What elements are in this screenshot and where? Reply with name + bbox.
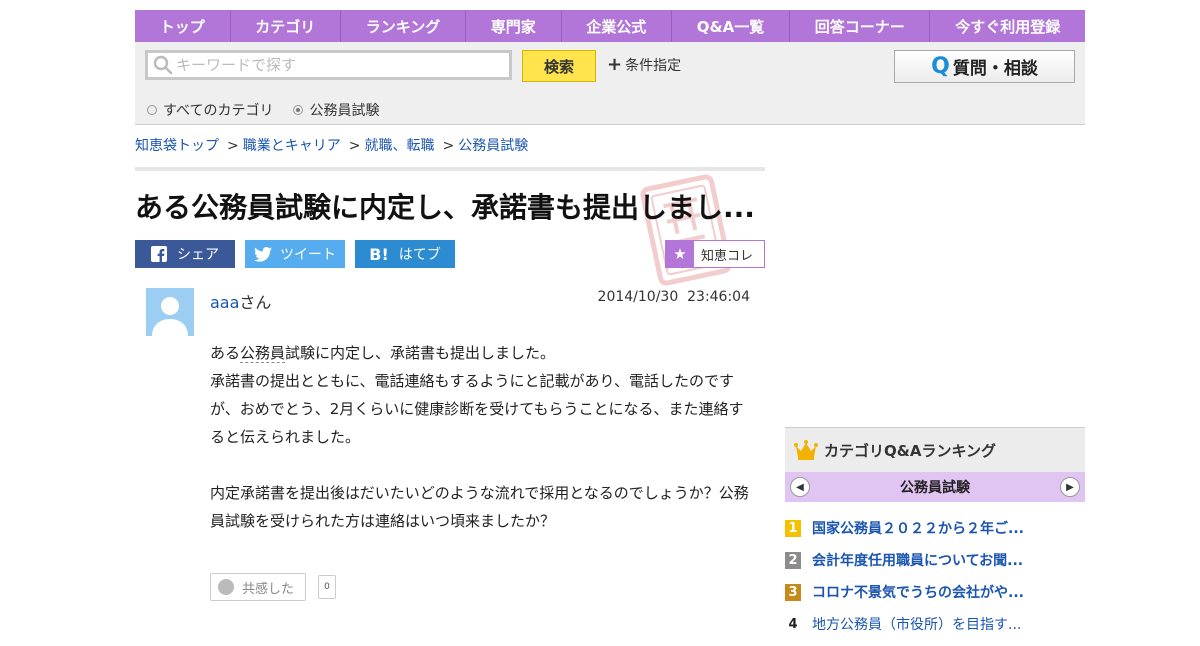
- breadcrumb-top[interactable]: 知恵袋トップ: [135, 138, 219, 154]
- nav-category[interactable]: カテゴリ: [231, 10, 341, 42]
- body-text: ある: [210, 344, 241, 362]
- search-icon: [153, 55, 173, 75]
- empathy-button[interactable]: 共感した: [210, 573, 306, 601]
- chiecore-button[interactable]: ★ 知恵コレ: [665, 240, 765, 268]
- question-title: ある公務員試験に内定し、承諾書も提出しまし...: [135, 191, 755, 224]
- body-line-2: 承諾書の提出とともに、電話連絡もするようにと記載があり、電話したのですが、おめで…: [210, 372, 744, 446]
- global-nav: トップ カテゴリ ランキング 専門家 企業公式 Q&A一覧 回答コーナー 今すぐ…: [135, 10, 1085, 42]
- asker-name-link[interactable]: aaa: [210, 293, 239, 312]
- nav-register[interactable]: 今すぐ利用登録: [930, 10, 1085, 42]
- rank-badge: 1: [785, 520, 801, 537]
- ranking-link[interactable]: 地方公務員（市役所）を目指す...: [812, 614, 1021, 634]
- ranking-category-bar: ◀ 公務員試験 ▶: [785, 472, 1085, 502]
- search-box: [145, 50, 512, 80]
- nav-official[interactable]: 企業公式: [562, 10, 673, 42]
- radio-checked-icon: [293, 105, 304, 115]
- radio-current-category[interactable]: 公務員試験: [293, 100, 379, 120]
- twitter-icon: [254, 246, 272, 262]
- category-ranking: カテゴリQ&Aランキング ◀ 公務員試験 ▶ 1 国家公務員２０２２から２年ご.…: [785, 427, 1085, 646]
- ranking-title: カテゴリQ&Aランキング: [824, 441, 996, 460]
- nav-answer-corner[interactable]: 回答コーナー: [790, 10, 931, 42]
- nav-ranking[interactable]: ランキング: [341, 10, 467, 42]
- body-line-1: ある公務員試験に内定し、承諾書も提出しました。: [210, 339, 755, 367]
- body-line-3: 内定承諾書を提出後はだいたいどのような流れで採用となるのでしょうか？公務員試験を…: [210, 484, 749, 530]
- rank-badge: 2: [785, 552, 801, 569]
- ranking-item: 2 会計年度任用職員についてお聞...: [785, 550, 1085, 582]
- breadcrumb-job-change[interactable]: 就職、転職: [364, 138, 434, 154]
- ranking-item: 3 コロナ不景気でうちの会社がや...: [785, 582, 1085, 614]
- default-user-icon: [146, 288, 194, 336]
- facebook-share-button[interactable]: シェア: [135, 240, 235, 268]
- body-text: 試験に内定し、承諾書も提出しました。: [285, 344, 556, 362]
- ranking-item: 4 地方公務員（市役所）を目指す...: [785, 614, 1085, 646]
- search-bar: 検索 + 条件指定 Q 質問・相談 すべてのカテゴリ 公務員試験: [135, 42, 1085, 125]
- question-body: ある公務員試験に内定し、承諾書も提出しました。 承諾書の提出とともに、電話連絡も…: [210, 339, 755, 535]
- crown-icon: [794, 440, 818, 460]
- nav-experts[interactable]: 専門家: [466, 10, 562, 42]
- search-input[interactable]: [174, 55, 498, 75]
- empathy-label: 共感した: [242, 581, 295, 597]
- breadcrumb-career[interactable]: 職業とキャリア: [243, 138, 341, 154]
- next-arrow-icon[interactable]: ▶: [1060, 477, 1080, 497]
- radio-all-label: すべてのカテゴリ: [163, 103, 274, 119]
- ranking-link[interactable]: 国家公務員２０２２から２年ご...: [812, 518, 1024, 538]
- breadcrumb-separator: >: [227, 138, 239, 154]
- breadcrumb-separator: >: [348, 138, 361, 154]
- asker-name: aaaさん: [210, 289, 271, 313]
- chiecore-label: 知恵コレ: [701, 248, 754, 264]
- ranking-category: 公務員試験: [900, 480, 970, 496]
- facebook-icon: [151, 246, 167, 262]
- star-icon: ★: [666, 241, 694, 267]
- hatena-bookmark-button[interactable]: B! はてブ: [355, 240, 455, 268]
- breadcrumb: 知恵袋トップ > 職業とキャリア > 就職、転職 > 公務員試験: [135, 135, 528, 155]
- nav-top[interactable]: トップ: [135, 10, 231, 42]
- keyword-link[interactable]: 公務員: [240, 344, 286, 363]
- asker-name-suffix: さん: [239, 293, 272, 312]
- radio-circle-icon: [147, 105, 157, 115]
- facebook-share-label: シェア: [177, 247, 219, 263]
- plus-icon: +: [607, 54, 623, 75]
- ranking-header: カテゴリQ&Aランキング: [785, 427, 1085, 472]
- post-datetime: 2014/10/30 23:46:04: [597, 289, 750, 305]
- nav-qa-list[interactable]: Q&A一覧: [672, 10, 790, 42]
- section-divider: [135, 167, 765, 171]
- smile-icon: [218, 579, 234, 595]
- question-q-icon: Q: [931, 54, 950, 79]
- prev-arrow-icon[interactable]: ◀: [790, 477, 810, 497]
- ranking-item: 1 国家公務員２０２２から２年ご...: [785, 518, 1085, 550]
- category-scope: すべてのカテゴリ 公務員試験: [147, 100, 399, 120]
- twitter-share-button[interactable]: ツイート: [245, 240, 345, 268]
- breadcrumb-separator: >: [442, 138, 455, 154]
- hatena-share-label: はてブ: [398, 247, 441, 263]
- radio-current-label: 公務員試験: [309, 103, 380, 119]
- rank-badge: 3: [785, 584, 801, 601]
- breadcrumb-civil-service[interactable]: 公務員試験: [458, 138, 528, 154]
- ranking-list: 1 国家公務員２０２２から２年ご... 2 会計年度任用職員についてお聞... …: [785, 518, 1085, 646]
- search-button[interactable]: 検索: [522, 50, 596, 82]
- empathy-count: 0: [318, 575, 336, 599]
- radio-all-categories[interactable]: すべてのカテゴリ: [147, 100, 273, 120]
- condition-label: 条件指定: [625, 58, 682, 74]
- hatena-icon: B!: [369, 244, 389, 264]
- ranking-link[interactable]: 会計年度任用職員についてお聞...: [812, 550, 1023, 570]
- twitter-share-label: ツイート: [280, 247, 336, 263]
- condition-toggle[interactable]: + 条件指定: [607, 55, 681, 75]
- ask-question-label: 質問・相談: [952, 59, 1038, 79]
- ask-question-button[interactable]: Q 質問・相談: [894, 50, 1075, 83]
- ranking-link[interactable]: コロナ不景気でうちの会社がや...: [812, 582, 1024, 602]
- avatar[interactable]: [146, 288, 194, 336]
- rank-number: 4: [788, 617, 798, 632]
